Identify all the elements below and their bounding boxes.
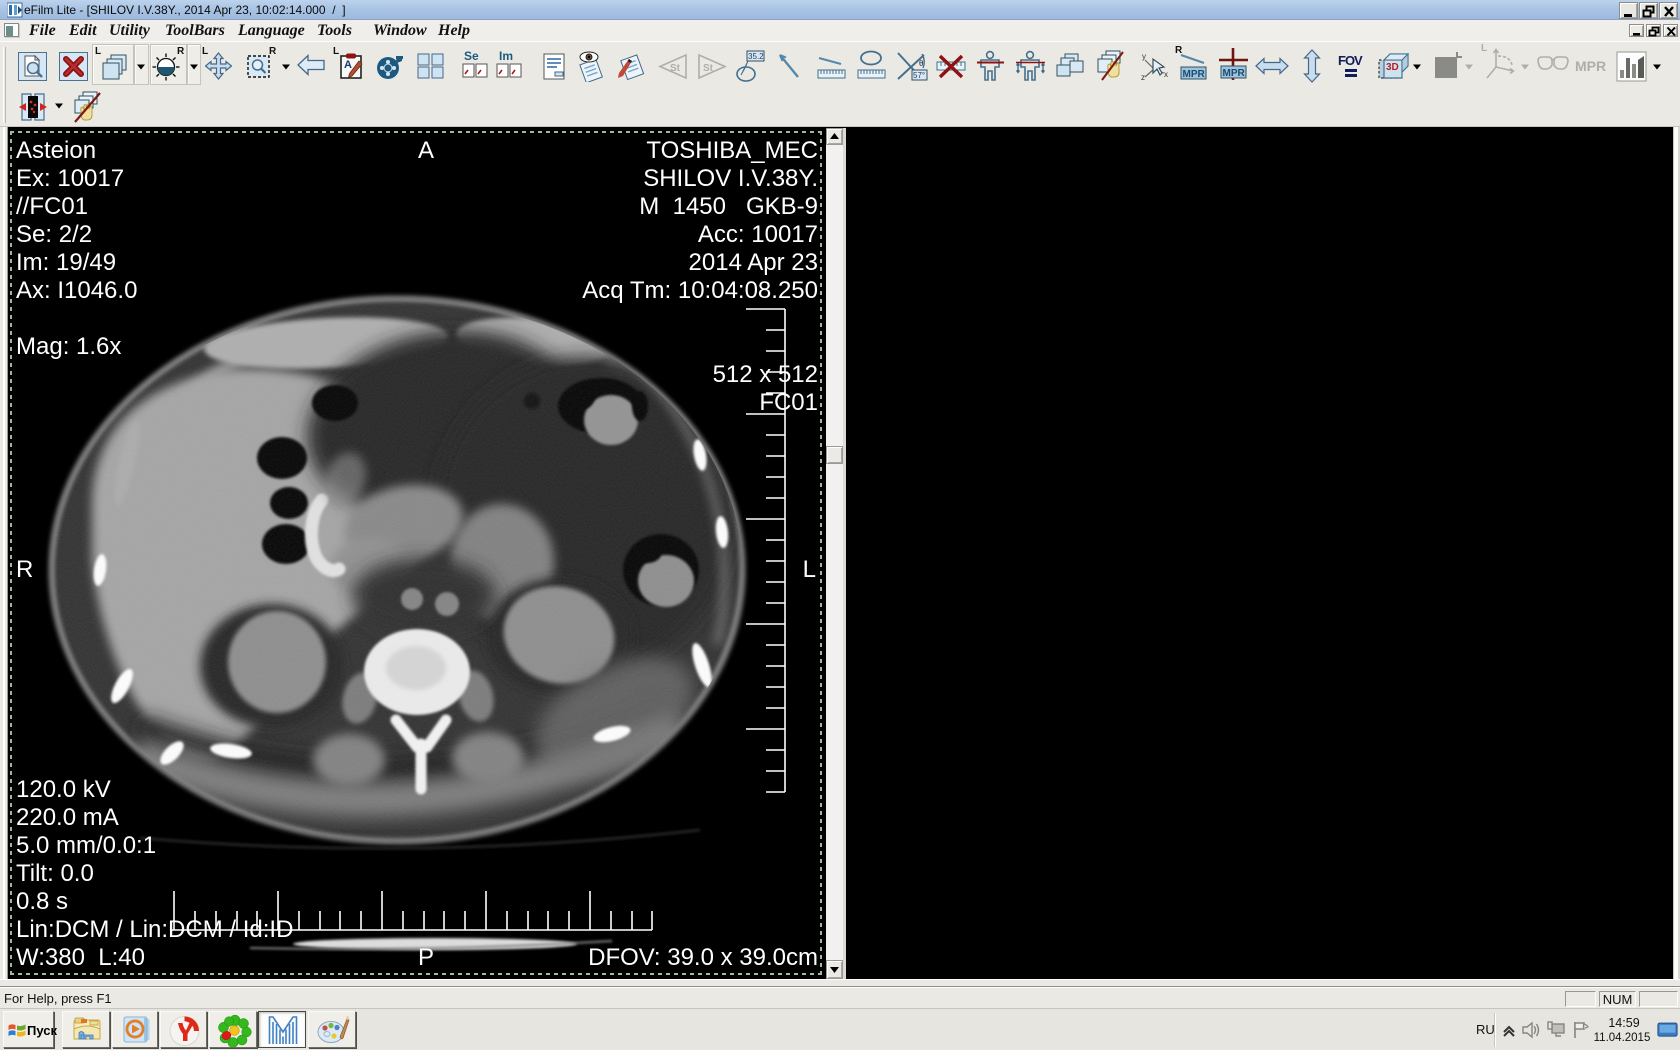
svg-text:St: St <box>670 63 681 74</box>
svg-text:FOV: FOV <box>1338 53 1363 68</box>
svg-text:57°: 57° <box>913 71 925 80</box>
svg-text:z: z <box>1141 73 1145 82</box>
svg-text:x: x <box>1164 70 1168 79</box>
svg-text:Se: Se <box>464 49 479 63</box>
svg-text:St: St <box>703 63 714 74</box>
svg-text:Im: Im <box>499 49 513 63</box>
svg-text:MPR: MPR <box>1183 69 1206 80</box>
svg-text:θ: θ <box>919 59 924 68</box>
svg-text:A: A <box>344 59 352 71</box>
svg-text:3D: 3D <box>1386 62 1399 73</box>
svg-text:MPR: MPR <box>1223 68 1246 79</box>
svg-text:MPR: MPR <box>1575 58 1606 74</box>
svg-text:35.2: 35.2 <box>748 52 764 61</box>
